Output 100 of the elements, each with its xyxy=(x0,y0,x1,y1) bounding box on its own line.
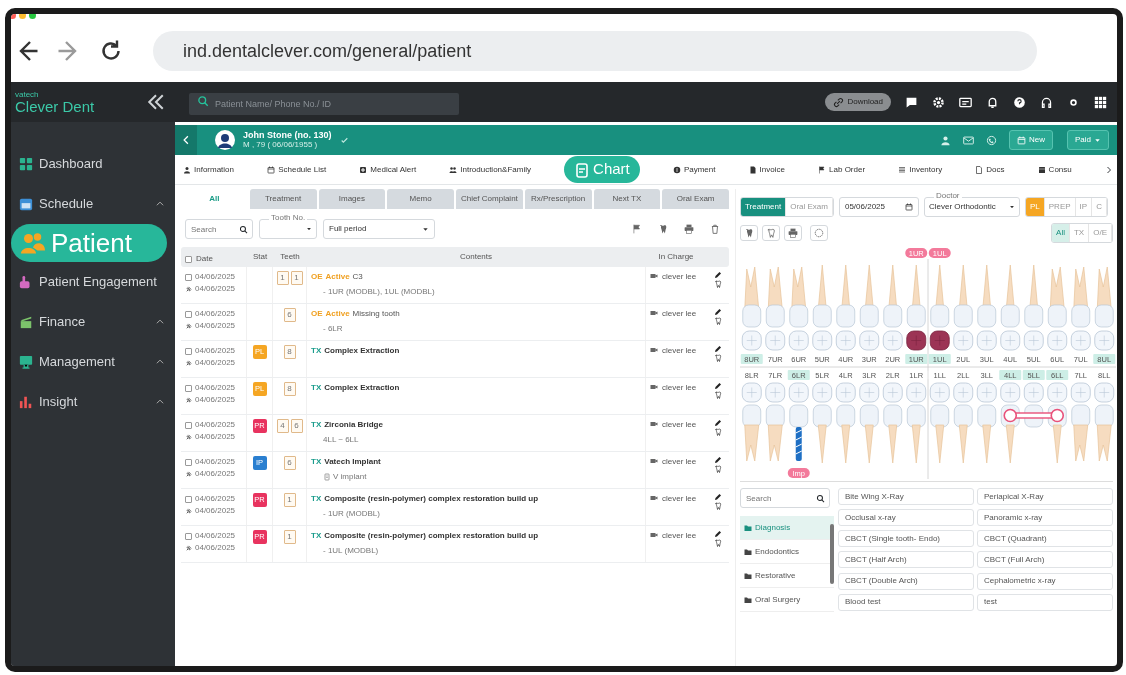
settings-icon[interactable] xyxy=(932,95,945,109)
procedure-item[interactable]: Blood test xyxy=(838,593,974,611)
edit-icon[interactable] xyxy=(714,308,722,316)
tooth-icon[interactable] xyxy=(714,428,722,436)
record-tab[interactable]: Next TX xyxy=(593,189,661,209)
record-tab[interactable]: Chief Complaint xyxy=(456,189,523,209)
tooth-icon[interactable] xyxy=(714,354,722,362)
procedure-item[interactable]: Occlusal x-ray xyxy=(838,509,974,527)
row-checkbox[interactable] xyxy=(185,347,192,355)
period-select[interactable]: Full period xyxy=(323,219,435,239)
printer-icon[interactable] xyxy=(684,224,694,234)
procedure-item[interactable]: Cephalometric x-ray xyxy=(977,572,1113,590)
procedure-item[interactable]: CBCT (Double Arch) xyxy=(838,572,974,590)
sidebar-item[interactable]: Finance xyxy=(11,302,175,342)
tooth-drawing[interactable] xyxy=(906,264,927,351)
search-field[interactable]: Search xyxy=(740,488,830,508)
sidebar-item[interactable]: Management xyxy=(11,342,175,382)
edit-icon[interactable] xyxy=(714,271,722,279)
doctor-select[interactable]: Doctor Clever Orthodontic xyxy=(923,191,1020,217)
procedure-item[interactable]: Bite Wing X-Ray xyxy=(838,488,974,505)
address-bar[interactable]: ind.dentalclever.com/general/patient xyxy=(153,31,1037,71)
row-checkbox[interactable] xyxy=(185,458,192,466)
menu-tab[interactable]: Docs xyxy=(975,163,1005,176)
sidebar-item[interactable]: Patient Engagement xyxy=(11,262,175,302)
date-field[interactable]: 05/06/2025 xyxy=(838,197,919,217)
menu-tab[interactable]: Consu xyxy=(1037,163,1072,176)
sidebar-item[interactable]: Schedule xyxy=(11,184,175,224)
procedure-item[interactable]: CBCT (Full Arch) xyxy=(977,551,1113,569)
collapse-icon[interactable] xyxy=(147,93,165,111)
row-checkbox[interactable] xyxy=(185,532,192,540)
notification-icon[interactable] xyxy=(986,95,999,109)
procedure-item[interactable]: Periapical X-Ray xyxy=(977,488,1113,505)
procedure-item[interactable]: test xyxy=(977,593,1113,611)
edit-icon[interactable] xyxy=(714,530,722,538)
grid-icon xyxy=(19,157,33,171)
menu-tab[interactable]: Payment xyxy=(672,163,716,176)
trash-icon[interactable] xyxy=(710,224,720,234)
tooth-icon[interactable] xyxy=(714,280,722,288)
box-icon xyxy=(1037,165,1046,174)
download-button[interactable]: Download xyxy=(825,93,891,111)
edit-icon[interactable] xyxy=(714,493,722,501)
edit-icon[interactable] xyxy=(714,345,722,353)
menu-tab[interactable]: Information xyxy=(183,163,235,176)
menu-tab[interactable]: Invoice xyxy=(748,163,785,176)
upper-jaw-button[interactable] xyxy=(740,225,758,241)
scroll-right-icon[interactable] xyxy=(1104,165,1113,174)
tooth-icon[interactable] xyxy=(714,502,722,510)
row-checkbox[interactable] xyxy=(185,495,192,503)
row-checkbox[interactable] xyxy=(185,421,192,429)
procedure-item[interactable]: CBCT (Quadrant) xyxy=(977,530,1113,548)
tooth-icon[interactable] xyxy=(658,224,668,234)
crown-button[interactable] xyxy=(762,225,780,241)
bridge-drawing[interactable] xyxy=(1003,408,1065,423)
menu-tab[interactable]: Inventory xyxy=(898,163,943,176)
tooth-icon[interactable] xyxy=(714,391,722,399)
help-icon[interactable] xyxy=(1013,95,1026,109)
sidebar-item[interactable]: Dashboard xyxy=(11,144,175,184)
search-field[interactable]: Patient Name/ Phone No./ ID xyxy=(189,92,459,115)
tooth-drawing[interactable] xyxy=(788,382,809,461)
scrollbar[interactable] xyxy=(830,524,834,584)
procedure-item[interactable]: CBCT (Half Arch) xyxy=(838,551,974,569)
record-tab[interactable]: Rx/Prescription xyxy=(524,189,592,209)
tooth-drawing[interactable] xyxy=(929,264,950,351)
menu-tab[interactable]: Lab Order xyxy=(818,163,866,176)
edit-icon[interactable] xyxy=(714,382,722,390)
category-item[interactable]: Oral Surgery xyxy=(740,588,834,612)
category-item[interactable]: Diagnosis xyxy=(740,516,834,540)
record-tab[interactable]: Memo xyxy=(387,189,454,209)
mode-tab[interactable]: Treatment xyxy=(741,198,787,216)
id-card-icon[interactable] xyxy=(959,95,972,109)
reload-button[interactable] xyxy=(99,39,123,63)
tooth-icon[interactable] xyxy=(714,539,722,547)
row-checkbox[interactable] xyxy=(185,310,192,318)
lower-jaw-button[interactable] xyxy=(784,225,802,241)
person-icon[interactable] xyxy=(939,134,951,146)
select-all-checkbox[interactable] xyxy=(185,255,192,263)
record-tab[interactable]: Oral Exam xyxy=(662,189,729,209)
tooth-number-select[interactable]: Tooth No. xyxy=(259,213,317,239)
edit-icon[interactable] xyxy=(714,456,722,464)
edit-icon[interactable] xyxy=(714,419,722,427)
row-checkbox[interactable] xyxy=(185,384,192,392)
search-field[interactable]: Search xyxy=(185,219,253,239)
filter-icon[interactable] xyxy=(632,224,642,234)
tooth-icon[interactable] xyxy=(714,465,722,473)
menu-tab[interactable]: Schedule List xyxy=(267,163,327,176)
procedure-item[interactable]: Panoramic x-ray xyxy=(977,509,1113,527)
menu-tab[interactable]: Medical Alert xyxy=(359,163,417,176)
mail-icon[interactable] xyxy=(962,134,974,146)
circle-button[interactable] xyxy=(810,225,828,241)
row-checkbox[interactable] xyxy=(185,273,192,281)
procedure-item[interactable]: CBCT (Single tooth- Endo) xyxy=(838,530,974,548)
headset-icon[interactable] xyxy=(1040,95,1053,109)
record-tab[interactable]: Images xyxy=(318,189,386,209)
menu-tab[interactable]: Introduction&Family xyxy=(449,163,531,176)
chat-icon[interactable] xyxy=(905,95,918,109)
apps-icon[interactable] xyxy=(1094,95,1107,109)
record-tab[interactable]: Treatment xyxy=(249,189,317,209)
sidebar-item[interactable]: Insight xyxy=(11,382,175,422)
phone-icon[interactable] xyxy=(985,134,997,146)
tooth-icon[interactable] xyxy=(714,317,722,325)
